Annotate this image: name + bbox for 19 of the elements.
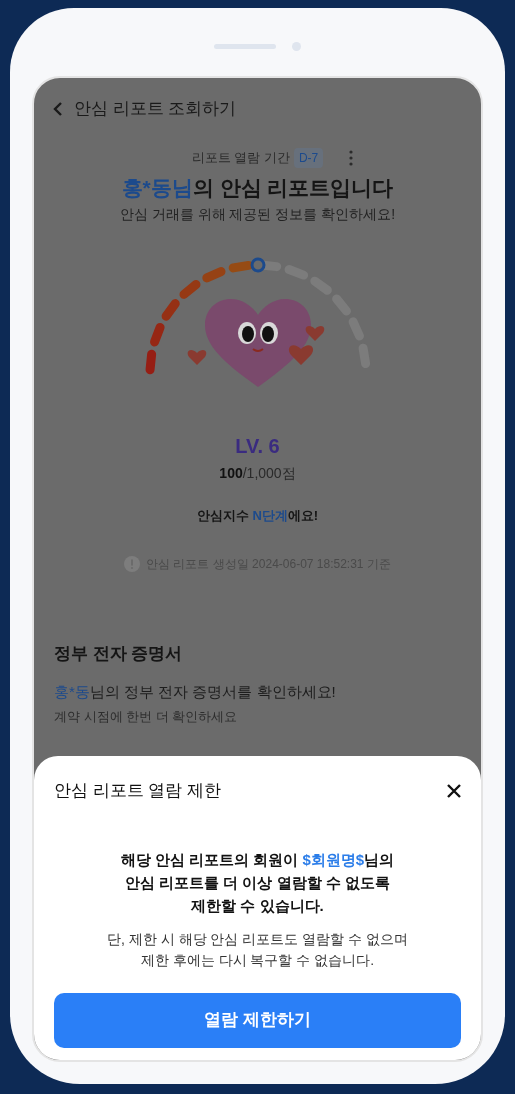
period-label: 리포트 열람 기간	[191, 149, 290, 168]
report-subtitle: 안심 거래를 위해 제공된 정보를 확인하세요!	[119, 204, 396, 224]
restriction-note: 단, 제한 시 해당 안심 리포트도 열람할 수 없으며 제한 후에는 다시 복구할 수 없습니다.	[106, 929, 409, 970]
safety-index-text: 안심지수 N단계에요!	[196, 506, 319, 525]
restrict-button[interactable]: 열람 제한하기	[54, 992, 461, 1048]
close-icon[interactable]	[447, 783, 461, 798]
report-title: 홍*동님의 안심 리포트입니다	[121, 175, 394, 201]
level-label: LV. 6	[235, 433, 280, 459]
section-heading: 정부 전자 증명서	[54, 643, 184, 665]
sheet-title: 안심 리포트 열람 제한	[54, 780, 222, 802]
score-text: 100/1,000점	[219, 463, 296, 483]
restriction-warning: 해당 안심 리포트의 회원이 $회원명$님의 안심 리포트를 더 이상 열람할 수 없도록 제한할 수 있습니다.	[119, 849, 396, 916]
certificate-note: 계약 시점에 한번 더 확인하세요	[54, 708, 239, 726]
page-title: 안심 리포트 조회하기	[74, 98, 237, 121]
back-icon[interactable]	[52, 102, 64, 116]
period-badge: D-7	[293, 148, 324, 168]
more-icon[interactable]	[349, 150, 354, 166]
speaker-grille	[214, 43, 276, 49]
certificate-message: 홍*동님의 정부 전자 증명서를 확인하세요!	[54, 681, 337, 702]
